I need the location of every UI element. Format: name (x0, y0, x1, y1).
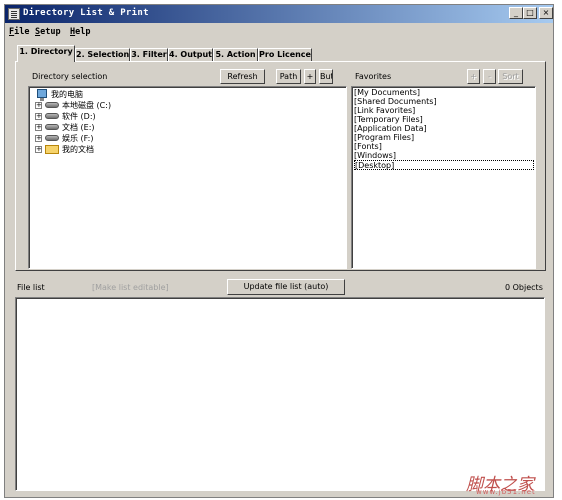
drive-icon (45, 124, 59, 130)
file-list-label: File list (17, 283, 45, 292)
drive-icon (45, 135, 59, 141)
tree-item-drive-d[interactable]: + 软件 (D:) (33, 111, 143, 122)
tab-filter[interactable]: 3. Filter (130, 48, 168, 62)
window-title: Directory List & Print (23, 8, 149, 18)
menu-bar: File Setup Help (5, 24, 553, 40)
tab-directory[interactable]: 1. Directory (17, 45, 75, 62)
expand-icon[interactable]: + (35, 124, 42, 131)
menu-file[interactable]: File (9, 27, 29, 37)
tree-item-drive-f[interactable]: + 娱乐 (F:) (33, 133, 143, 144)
file-list-bar: File list [Make list editable] Update fi… (5, 279, 553, 299)
menu-setup[interactable]: Setup (35, 27, 61, 37)
add-favorite-button[interactable]: + (467, 69, 480, 84)
directory-tree[interactable]: 我的电脑 + 本地磁盘 (C:) + 软件 (D:) + 文档 (E:) + 娱… (28, 86, 347, 269)
favorite-item-selected[interactable]: [Desktop] (354, 160, 534, 170)
object-count: 0 Objects (505, 283, 543, 292)
app-window: Directory List & Print _ □ × File Setup … (4, 4, 554, 498)
tab-action[interactable]: 5. Action (213, 48, 258, 62)
minimize-button[interactable]: _ (509, 7, 523, 19)
app-icon[interactable] (8, 8, 20, 20)
drive-icon (45, 113, 59, 119)
expand-icon[interactable]: + (35, 113, 42, 120)
refresh-button[interactable]: Refresh (220, 69, 265, 84)
make-list-editable-link[interactable]: [Make list editable] (92, 283, 169, 292)
file-list-area[interactable] (15, 297, 545, 491)
remove-favorite-button[interactable]: - (483, 69, 496, 84)
tab-selection[interactable]: 2. Selection (75, 48, 130, 62)
sort-favorites-button[interactable]: Sort (498, 69, 523, 84)
tree-item-my-computer[interactable]: 我的电脑 (33, 89, 113, 101)
computer-icon (37, 89, 47, 101)
favorites-label: Favorites (355, 72, 392, 81)
expand-icon[interactable]: + (35, 102, 42, 109)
drive-icon (45, 102, 59, 108)
title-bar[interactable]: Directory List & Print _ □ × (5, 5, 553, 23)
maximize-button[interactable]: □ (523, 7, 537, 19)
expand-icon[interactable]: + (35, 135, 42, 142)
close-button[interactable]: × (539, 7, 553, 19)
button-truncated[interactable]: Butt (319, 69, 333, 84)
tab-pro-licence[interactable]: Pro Licence (258, 48, 312, 62)
tree-item-drive-e[interactable]: + 文档 (E:) (33, 122, 143, 133)
tab-output[interactable]: 4. Output (168, 48, 213, 62)
path-button[interactable]: Path (276, 69, 301, 84)
menu-help[interactable]: Help (70, 27, 90, 37)
favorites-list[interactable]: [My Documents] [Shared Documents] [Link … (351, 86, 536, 269)
tree-item-my-documents[interactable]: + 我的文档 (33, 144, 143, 155)
directory-panel: Directory selection Refresh Path + Butt … (15, 61, 546, 271)
expand-icon[interactable]: + (35, 146, 42, 153)
watermark-url: www.jb51.net (476, 488, 536, 496)
update-file-list-button[interactable]: Update file list (auto) (227, 279, 345, 295)
folder-icon (45, 145, 59, 154)
tree-item-drive-c[interactable]: + 本地磁盘 (C:) (33, 100, 143, 111)
add-path-button[interactable]: + (304, 69, 316, 84)
directory-selection-label: Directory selection (32, 72, 108, 81)
